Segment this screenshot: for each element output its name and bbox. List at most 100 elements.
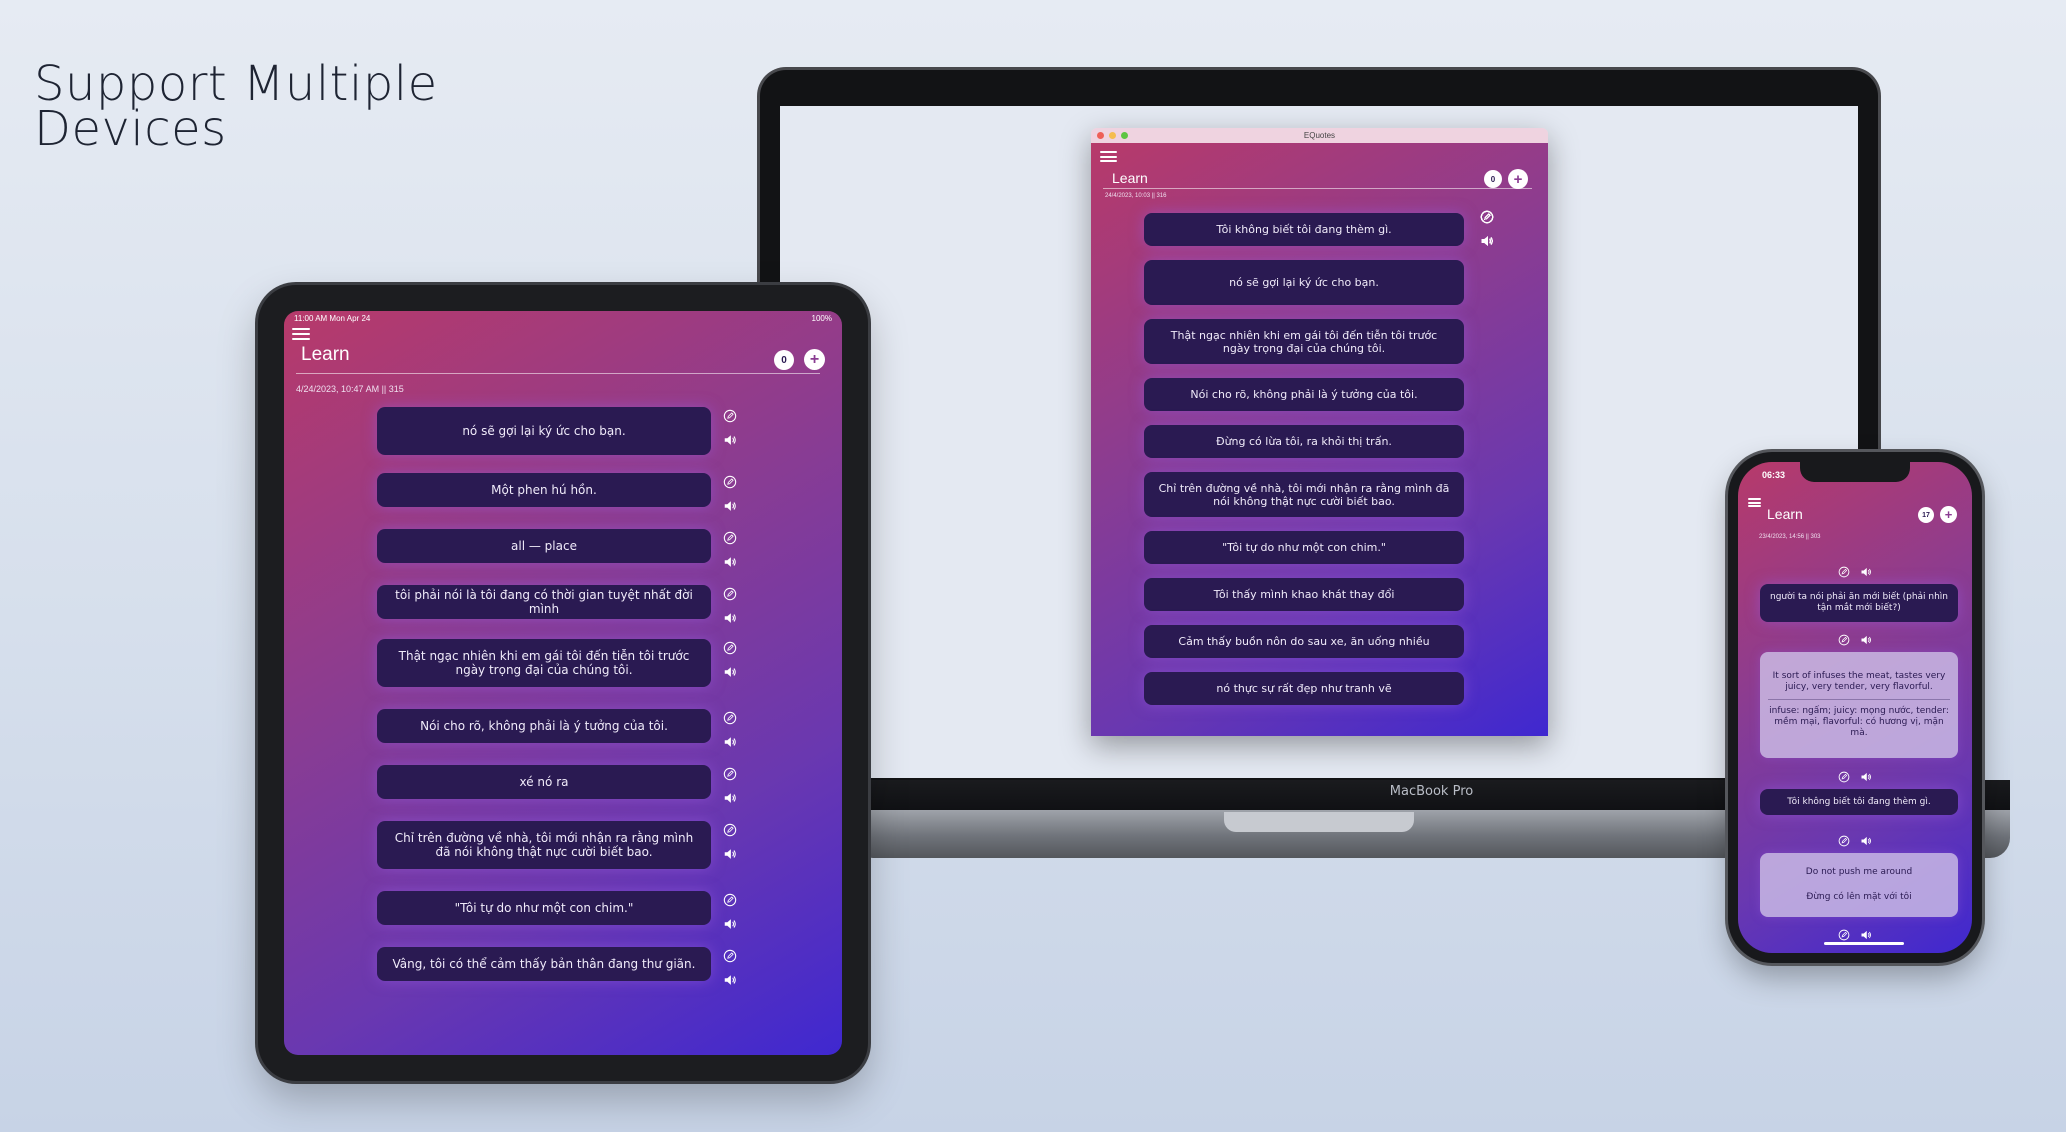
quote-card[interactable]: Một phen hú hồn. <box>377 473 711 507</box>
speaker-icon[interactable] <box>723 847 737 861</box>
item-actions <box>723 823 737 861</box>
quote-row: Nói cho rõ, không phải là ý tưởng của tô… <box>1144 210 1524 411</box>
speaker-icon[interactable] <box>723 611 737 625</box>
quote-card[interactable]: tôi phải nói là tôi đang có thời gian tu… <box>377 585 711 619</box>
hamburger-icon[interactable] <box>1748 498 1761 507</box>
speaker-icon[interactable] <box>1480 234 1494 248</box>
iphone-notch <box>1800 462 1910 482</box>
item-actions <box>723 587 737 625</box>
speaker-icon[interactable] <box>1860 634 1872 646</box>
edit-icon[interactable] <box>723 711 737 725</box>
quote-card[interactable]: Chỉ trên đường về nhà, tôi mới nhận ra r… <box>377 821 711 869</box>
quote-row: Một phen hú hồn. <box>377 473 737 511</box>
quote-card[interactable]: Thật ngạc nhiên khi em gái tôi đến tiễn … <box>377 639 711 687</box>
hamburger-icon[interactable] <box>292 328 310 340</box>
quote-card[interactable]: "Tôi tự do như một con chim." <box>377 891 711 925</box>
edit-icon[interactable] <box>723 475 737 489</box>
quote-card[interactable]: all — place <box>377 529 711 563</box>
item-actions <box>723 767 737 805</box>
mac-app-window: EQuotes Learn 0 + 24/4/2023, 10:03 || 31… <box>1091 128 1548 736</box>
quote-card[interactable]: Chỉ trên đường về nhà, tôi mới nhận ra r… <box>1144 472 1464 517</box>
quote-card[interactable]: Tôi không biết tôi đang thèm gì. <box>1144 213 1464 246</box>
edit-icon[interactable] <box>723 531 737 545</box>
item-actions <box>1738 634 1972 646</box>
item-actions <box>1738 835 1972 847</box>
quote-row: Chỉ trên đường về nhà, tôi mới nhận ra r… <box>377 821 737 869</box>
quote-card[interactable]: Nói cho rõ, không phải là ý tưởng của tô… <box>377 709 711 743</box>
edit-icon[interactable] <box>723 767 737 781</box>
quote-card[interactable]: Thật ngạc nhiên khi em gái tôi đến tiễn … <box>1144 319 1464 364</box>
quote-source: It sort of infuses the meat, tastes very… <box>1772 671 1946 692</box>
quote-row: nó sẽ gợi lại ký ức cho bạn. <box>1144 210 1524 305</box>
edit-icon[interactable] <box>723 893 737 907</box>
item-actions <box>1738 771 1972 783</box>
quote-row: Tôi thấy mình khao khát thay đổi <box>1144 210 1524 611</box>
edit-icon[interactable] <box>723 823 737 837</box>
speaker-icon[interactable] <box>723 735 737 749</box>
quote-card[interactable]: "Tôi tự do như một con chim." <box>1144 531 1464 564</box>
speaker-icon[interactable] <box>723 973 737 987</box>
speaker-icon[interactable] <box>723 499 737 513</box>
speaker-icon[interactable] <box>1860 771 1872 783</box>
add-button[interactable]: + <box>804 349 825 370</box>
quote-card[interactable]: Nói cho rõ, không phải là ý tưởng của tô… <box>1144 378 1464 411</box>
count-badge: 17 <box>1918 507 1934 523</box>
quote-row: nó thực sự rất đẹp như tranh vẽ <box>1144 210 1524 705</box>
quote-card[interactable]: nó sẽ gợi lại ký ức cho bạn. <box>1144 260 1464 305</box>
quote-card[interactable]: Vâng, tôi có thể cảm thấy bản thân đang … <box>377 947 711 981</box>
ipad-device: 11:00 AM Mon Apr 24 100% Learn 0 + 4/24/… <box>258 285 868 1081</box>
speaker-icon[interactable] <box>723 791 737 805</box>
headline: Support Multiple Devices <box>34 60 438 157</box>
quote-card[interactable]: Cảm thấy buồn nôn do sau xe, ăn uống nhi… <box>1144 625 1464 658</box>
quote-row: Tôi không biết tôi đang thèm gì. <box>1144 210 1524 246</box>
item-actions <box>723 409 737 447</box>
page-title: Learn <box>1112 170 1148 186</box>
quote-card-expanded[interactable]: Do not push me around Đừng có lên mặt vớ… <box>1760 853 1958 917</box>
edit-icon[interactable] <box>723 641 737 655</box>
add-button[interactable]: + <box>1508 169 1528 189</box>
speaker-icon[interactable] <box>723 665 737 679</box>
headline-line-2: Devices <box>34 101 227 157</box>
add-button[interactable]: + <box>1940 506 1957 523</box>
title-divider <box>296 373 820 374</box>
quote-card[interactable]: Đừng có lừa tôi, ra khỏi thị trấn. <box>1144 425 1464 458</box>
edit-icon[interactable] <box>1838 566 1850 578</box>
quote-row: Vâng, tôi có thể cảm thấy bản thân đang … <box>377 947 737 985</box>
meta-info: 24/4/2023, 10:03 || 316 <box>1105 193 1167 199</box>
home-indicator <box>1824 942 1904 945</box>
edit-icon[interactable] <box>1838 634 1850 646</box>
speaker-icon[interactable] <box>1860 835 1872 847</box>
edit-icon[interactable] <box>1838 771 1850 783</box>
edit-icon[interactable] <box>1480 210 1494 224</box>
speaker-icon[interactable] <box>723 433 737 447</box>
quote-row: "Tôi tự do như một con chim." <box>377 891 737 929</box>
window-titlebar: EQuotes <box>1091 128 1548 143</box>
quote-card[interactable]: nó sẽ gợi lại ký ức cho bạn. <box>377 407 711 455</box>
item-actions <box>1738 929 1972 941</box>
divider <box>1768 699 1950 700</box>
edit-icon[interactable] <box>723 949 737 963</box>
quote-card[interactable]: Tôi không biết tôi đang thèm gì. <box>1760 789 1958 815</box>
hamburger-icon[interactable] <box>1100 151 1117 162</box>
quote-card[interactable]: xé nó ra <box>377 765 711 799</box>
quote-row: all — place <box>377 529 737 567</box>
status-time: 06:33 <box>1762 470 1786 480</box>
quote-card[interactable]: nó thực sự rất đẹp như tranh vẽ <box>1144 672 1464 705</box>
item-actions <box>723 711 737 749</box>
iphone-app-screen: 06:33 Learn 17 + 23/4/2023, 14:56 || 303… <box>1738 462 1972 953</box>
edit-icon[interactable] <box>1838 929 1850 941</box>
quote-card[interactable]: Tôi thấy mình khao khát thay đổi <box>1144 578 1464 611</box>
quote-card-expanded[interactable]: It sort of infuses the meat, tastes very… <box>1760 652 1958 758</box>
speaker-icon[interactable] <box>723 917 737 931</box>
quote-card[interactable]: người ta nói phải ăn mới biết (phải nhìn… <box>1760 584 1958 622</box>
speaker-icon[interactable] <box>1860 929 1872 941</box>
page-title: Learn <box>301 344 350 365</box>
edit-icon[interactable] <box>1838 835 1850 847</box>
quote-row: tôi phải nói là tôi đang có thời gian tu… <box>377 585 737 623</box>
iphone-device: 06:33 Learn 17 + 23/4/2023, 14:56 || 303… <box>1728 452 1982 963</box>
edit-icon[interactable] <box>723 587 737 601</box>
edit-icon[interactable] <box>723 409 737 423</box>
title-divider <box>1103 188 1532 189</box>
speaker-icon[interactable] <box>723 555 737 569</box>
speaker-icon[interactable] <box>1860 566 1872 578</box>
